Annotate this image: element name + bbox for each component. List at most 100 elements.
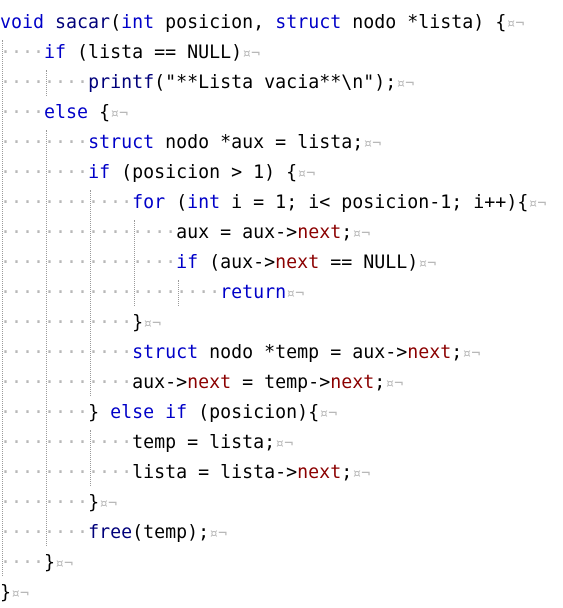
code-token: printf — [88, 72, 155, 93]
code-line[interactable]: ············temp = lista;¤¬ — [0, 428, 293, 458]
indent-guide — [90, 430, 91, 486]
code-token: nodo *aux = lista; — [154, 132, 364, 153]
code-line[interactable]: ········free(temp);¤¬ — [0, 518, 227, 548]
whitespace-marker: ············ — [0, 432, 133, 453]
end-of-line-marker: ¤¬ — [286, 284, 305, 302]
code-token: struct — [275, 12, 342, 33]
end-of-line-marker: ¤¬ — [352, 224, 371, 242]
code-token: if — [176, 252, 199, 273]
indent-guide — [2, 40, 3, 576]
code-token: } — [88, 402, 111, 423]
end-of-line-marker: ¤¬ — [385, 374, 404, 392]
whitespace-marker: ············ — [0, 192, 133, 213]
whitespace-marker: ········ — [0, 162, 89, 183]
whitespace-marker: ········ — [0, 132, 89, 153]
code-token: posicion, — [154, 12, 276, 33]
code-editor[interactable]: void sacar(int posicion, struct nodo *li… — [0, 0, 563, 608]
code-line[interactable]: void sacar(int posicion, struct nodo *li… — [0, 8, 524, 38]
code-line[interactable]: ········if (posicion > 1) {¤¬ — [0, 158, 315, 188]
code-line[interactable]: ····if (lista == NULL)¤¬ — [0, 38, 260, 68]
whitespace-marker: ················ — [0, 252, 177, 273]
end-of-line-marker: ¤¬ — [352, 464, 371, 482]
code-token: i = 1; i< posicion-1; i++){ — [220, 192, 529, 213]
code-line[interactable]: ················aux = aux->next;¤¬ — [0, 218, 370, 248]
code-line[interactable]: ············struct nodo *temp = aux->nex… — [0, 338, 480, 368]
code-token: } — [44, 552, 56, 573]
code-token: int — [121, 12, 155, 33]
whitespace-marker: ···· — [0, 102, 45, 123]
end-of-line-marker: ¤¬ — [55, 554, 74, 572]
end-of-line-marker: ¤¬ — [396, 74, 415, 92]
whitespace-marker: ········ — [0, 492, 89, 513]
code-token: ; — [341, 222, 353, 243]
end-of-line-marker: ¤¬ — [462, 344, 481, 362]
code-token: next — [297, 462, 342, 483]
code-token: else if — [110, 402, 188, 423]
end-of-line-marker: ¤¬ — [418, 254, 437, 272]
whitespace-marker: ············ — [0, 342, 133, 363]
code-line[interactable]: ················if (aux->next == NULL)¤¬ — [0, 248, 436, 278]
code-token: void — [0, 12, 56, 33]
code-token: sacar — [55, 12, 111, 33]
code-token: if — [88, 162, 111, 183]
end-of-line-marker: ¤¬ — [143, 314, 162, 332]
indent-guide — [90, 190, 91, 396]
whitespace-marker: ············ — [0, 312, 133, 333]
code-token: next — [330, 372, 375, 393]
code-token: nodo *lista) { — [341, 12, 507, 33]
code-token: next — [297, 222, 342, 243]
end-of-line-marker: ¤¬ — [275, 434, 294, 452]
code-line[interactable]: ········printf("**Lista vacia**\n");¤¬ — [0, 68, 414, 98]
end-of-line-marker: ¤¬ — [319, 404, 338, 422]
code-line[interactable]: ····else {¤¬ — [0, 98, 128, 128]
whitespace-marker: ···················· — [0, 282, 221, 303]
whitespace-marker: ···· — [0, 42, 45, 63]
code-line[interactable]: ············lista = lista->next;¤¬ — [0, 458, 370, 488]
whitespace-marker: ···· — [0, 552, 45, 573]
code-token: return — [220, 282, 287, 303]
code-token: (lista == NULL) — [66, 42, 243, 63]
code-token: ( — [165, 192, 188, 213]
code-line[interactable]: }¤¬ — [0, 578, 29, 608]
code-line[interactable]: ········}¤¬ — [0, 488, 117, 518]
code-token: free — [88, 522, 133, 543]
code-token: (aux-> — [198, 252, 276, 273]
code-token: { — [88, 102, 111, 123]
end-of-line-marker: ¤¬ — [99, 494, 118, 512]
code-token: } — [0, 582, 12, 603]
code-token: } — [88, 492, 100, 513]
code-line[interactable]: ············aux->next = temp->next;¤¬ — [0, 368, 403, 398]
code-token: temp = lista; — [132, 432, 276, 453]
end-of-line-marker: ¤¬ — [11, 584, 30, 602]
code-token: (temp); — [132, 522, 210, 543]
code-line[interactable]: ············for (int i = 1; i< posicion-… — [0, 188, 546, 218]
code-token: == NULL) — [319, 252, 419, 273]
end-of-line-marker: ¤¬ — [242, 44, 261, 62]
code-token: int — [187, 192, 221, 213]
code-line[interactable]: ····}¤¬ — [0, 548, 73, 578]
code-line[interactable]: ········} else if (posicion){¤¬ — [0, 398, 337, 428]
code-line[interactable]: ············}¤¬ — [0, 308, 161, 338]
code-token: = temp-> — [231, 372, 331, 393]
end-of-line-marker: ¤¬ — [506, 14, 525, 32]
code-token: next — [407, 342, 452, 363]
code-token: ("**Lista vacia**\n"); — [154, 72, 397, 93]
code-line[interactable]: ········struct nodo *aux = lista;¤¬ — [0, 128, 381, 158]
whitespace-marker: ················ — [0, 222, 177, 243]
end-of-line-marker: ¤¬ — [209, 524, 228, 542]
code-token: aux = aux-> — [176, 222, 298, 243]
code-token: nodo *temp = aux-> — [198, 342, 408, 363]
code-token: (posicion){ — [187, 402, 320, 423]
end-of-line-marker: ¤¬ — [528, 194, 547, 212]
indent-guide — [46, 70, 47, 96]
whitespace-marker: ········ — [0, 72, 89, 93]
code-token: next — [187, 372, 232, 393]
whitespace-marker: ········ — [0, 522, 89, 543]
code-token: for — [132, 192, 166, 213]
code-token: struct — [88, 132, 155, 153]
code-token: ( — [110, 12, 122, 33]
indent-guide — [178, 280, 179, 306]
code-token: next — [275, 252, 320, 273]
end-of-line-marker: ¤¬ — [363, 134, 382, 152]
whitespace-marker: ············ — [0, 372, 133, 393]
